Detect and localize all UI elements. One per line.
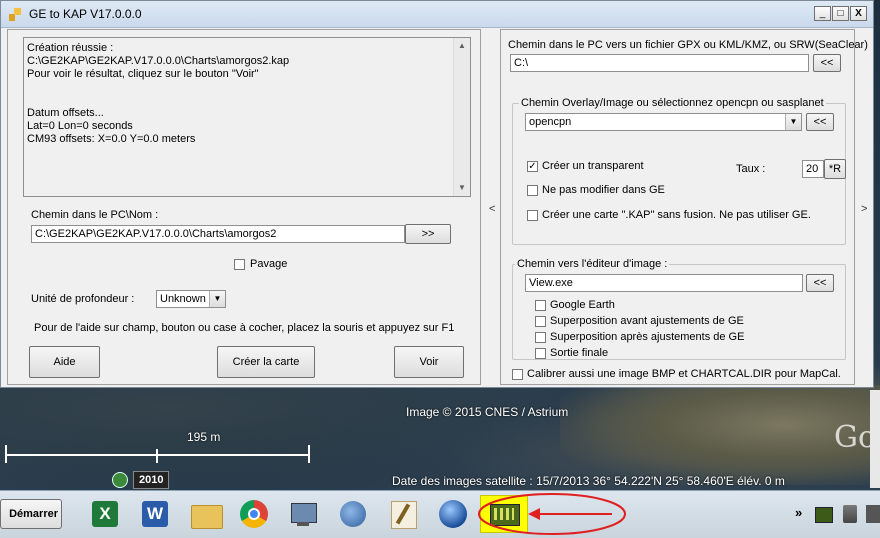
annotation-arrowhead [528,508,540,520]
annotation-overlay [478,493,626,535]
